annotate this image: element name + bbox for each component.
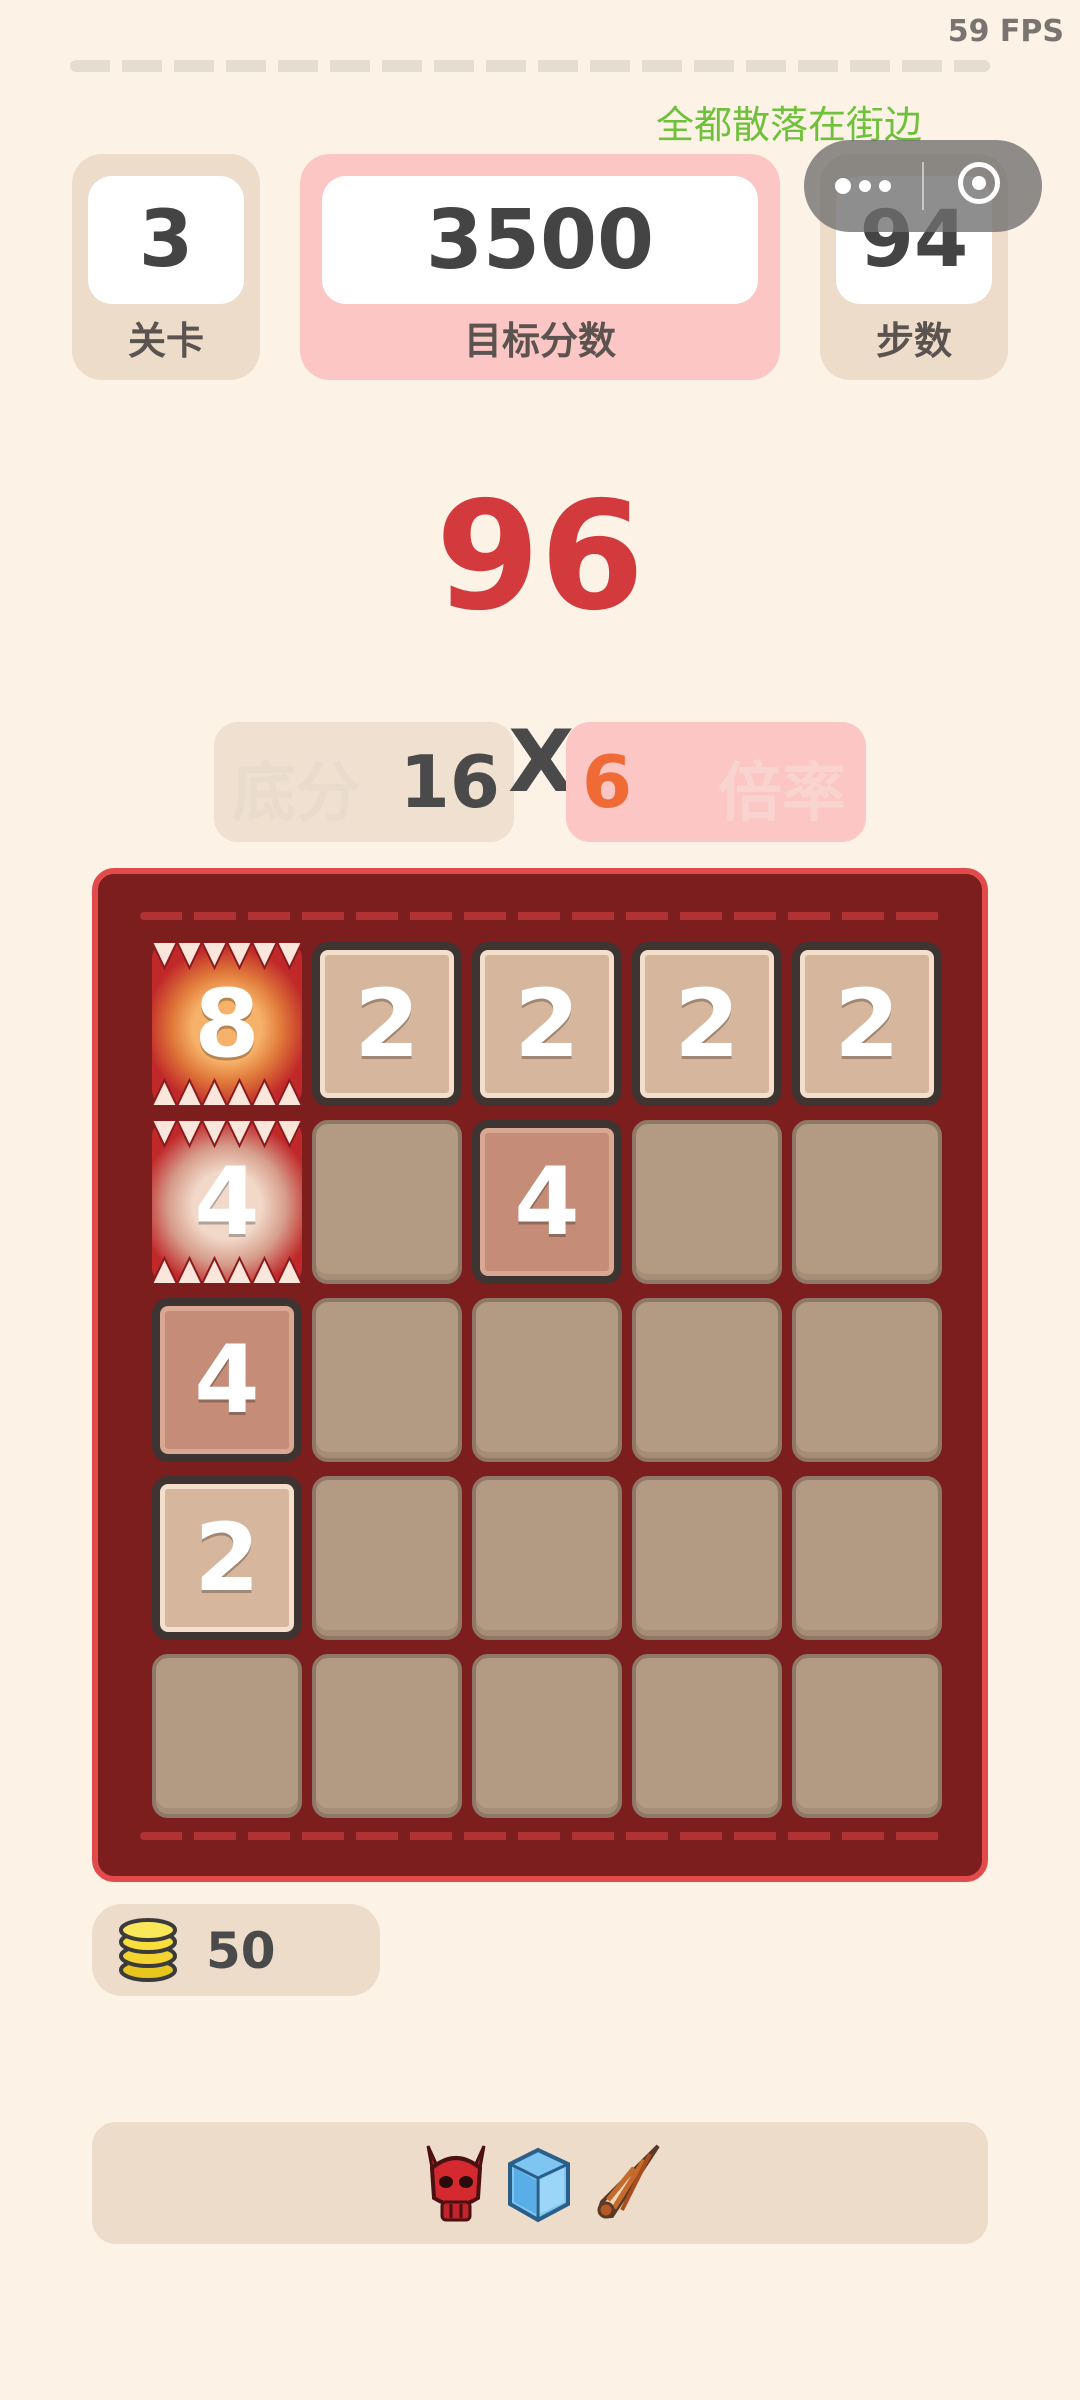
tile-2[interactable]: 2 xyxy=(632,942,782,1106)
empty-cell[interactable] xyxy=(472,1476,622,1640)
tile-2[interactable]: 2 xyxy=(472,942,622,1106)
level-card: 3 关卡 xyxy=(72,154,260,380)
empty-cell[interactable] xyxy=(312,1298,462,1462)
level-label: 关卡 xyxy=(127,319,204,363)
game-board[interactable]: 822224442 xyxy=(92,868,988,1882)
tile-4[interactable]: 4 xyxy=(472,1120,622,1284)
empty-cell[interactable] xyxy=(792,1654,942,1818)
empty-cell[interactable] xyxy=(632,1476,782,1640)
multiplier-label: 倍率 xyxy=(718,757,846,831)
tile-value: 2 xyxy=(194,1503,260,1613)
fangs-bottom-decoration xyxy=(152,1255,302,1284)
tile-value: 2 xyxy=(514,969,580,1079)
tile-2[interactable]: 2 xyxy=(152,1476,302,1640)
tile-value: 2 xyxy=(834,969,900,1079)
empty-cell[interactable] xyxy=(792,1120,942,1284)
tile-value: 2 xyxy=(354,969,420,1079)
tile-2[interactable]: 2 xyxy=(792,942,942,1106)
multiplier-box: 6 倍率 xyxy=(566,722,866,842)
board-dash-top xyxy=(140,912,940,920)
target-score-card: 3500 目标分数 xyxy=(300,154,780,380)
fangs-top-decoration xyxy=(152,1120,302,1149)
base-score-label: 底分 xyxy=(232,757,360,831)
empty-cell[interactable] xyxy=(472,1298,622,1462)
ice-cube-icon[interactable] xyxy=(500,2138,576,2228)
empty-cell[interactable] xyxy=(312,1476,462,1640)
miniprogram-capsule xyxy=(804,140,1042,232)
tile-value: 8 xyxy=(194,969,260,1079)
empty-cell[interactable] xyxy=(312,1654,462,1818)
tile-value: 2 xyxy=(674,969,740,1079)
fangs-top-decoration xyxy=(152,942,302,971)
devil-skull-icon[interactable] xyxy=(418,2138,494,2228)
target-score-label: 目标分数 xyxy=(463,319,616,363)
current-score: 96 xyxy=(435,470,645,644)
monster-tile-4[interactable]: 4 xyxy=(152,1120,302,1284)
fps-counter: 59 FPS xyxy=(947,14,1064,49)
base-score-box: 底分 16 xyxy=(214,722,514,842)
steps-label: 步数 xyxy=(875,319,952,363)
tile-value: 4 xyxy=(194,1147,260,1257)
tile-4[interactable]: 4 xyxy=(152,1298,302,1462)
coin-stack-icon xyxy=(119,1918,177,1982)
monster-tile-8[interactable]: 8 xyxy=(152,942,302,1106)
empty-cell[interactable] xyxy=(632,1120,782,1284)
level-value: 3 xyxy=(88,176,244,304)
fangs-bottom-decoration xyxy=(152,1077,302,1106)
coin-counter: 50 xyxy=(92,1904,380,1996)
progress-dashes xyxy=(70,60,990,72)
empty-cell[interactable] xyxy=(312,1120,462,1284)
target-score-value: 3500 xyxy=(322,176,758,304)
board-dash-bottom xyxy=(140,1832,940,1840)
empty-cell[interactable] xyxy=(792,1476,942,1640)
close-miniprogram-icon[interactable] xyxy=(958,162,1000,204)
coin-value: 50 xyxy=(206,1922,276,1980)
capsule-divider xyxy=(922,162,924,210)
multiplier-value: 6 xyxy=(582,740,633,824)
empty-cell[interactable] xyxy=(152,1654,302,1818)
tile-value: 4 xyxy=(514,1147,580,1257)
drill-shell-icon[interactable] xyxy=(588,2138,664,2228)
tile-2[interactable]: 2 xyxy=(312,942,462,1106)
multiply-sign: X xyxy=(508,712,575,812)
base-score-value: 16 xyxy=(399,740,500,824)
items-bar xyxy=(92,2122,988,2244)
empty-cell[interactable] xyxy=(632,1654,782,1818)
empty-cell[interactable] xyxy=(792,1298,942,1462)
empty-cell[interactable] xyxy=(632,1298,782,1462)
empty-cell[interactable] xyxy=(472,1654,622,1818)
more-options-icon[interactable] xyxy=(804,140,922,232)
tile-value: 4 xyxy=(194,1325,260,1435)
